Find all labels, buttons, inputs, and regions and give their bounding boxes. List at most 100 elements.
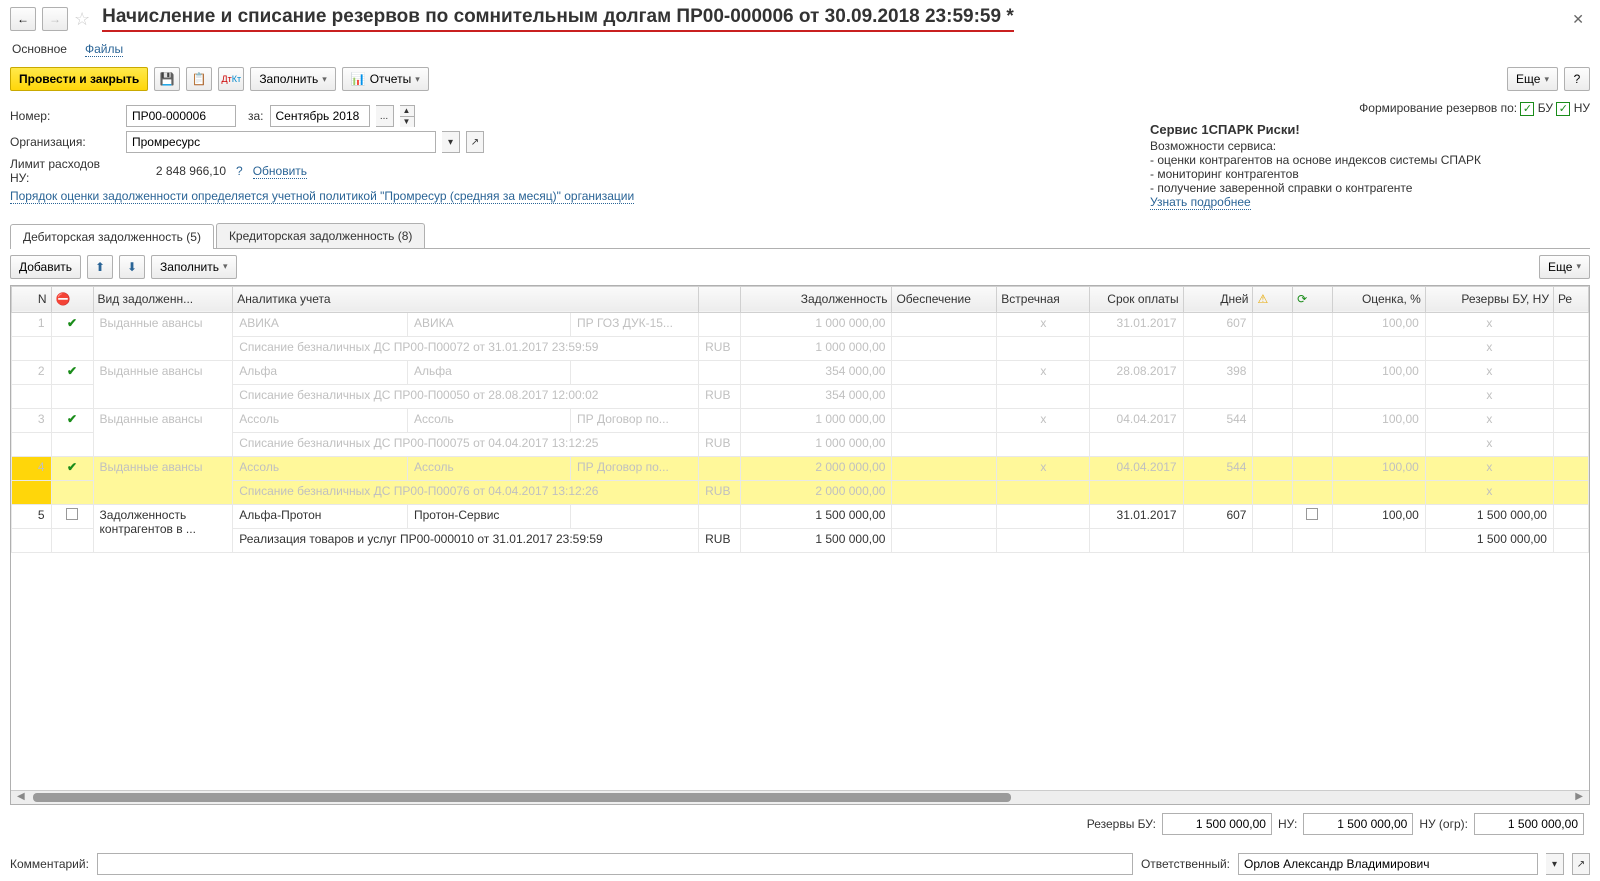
move-down-button[interactable]: ⬇ [119, 255, 145, 279]
resp-open[interactable]: ↗ [1572, 853, 1590, 875]
row-checkbox[interactable]: ✔ [67, 412, 77, 426]
org-label: Организация: [10, 135, 120, 149]
refresh-icon: ⟳ [1297, 292, 1307, 306]
row-checkbox[interactable]: ✔ [67, 460, 77, 474]
table-row[interactable]: 1 ✔ Выданные авансы АВИКААВИКАПР ГОЗ ДУК… [12, 312, 1589, 336]
org-dropdown-button[interactable]: ▾ [442, 131, 460, 153]
resp-dropdown[interactable]: ▾ [1546, 853, 1564, 875]
col-type[interactable]: Вид задолженн... [93, 286, 233, 312]
limit-label: Лимит расходов НУ: [10, 157, 120, 185]
table-row[interactable]: 3 ✔ Выданные авансы АссольАссольПР Догов… [12, 408, 1589, 432]
col-warn[interactable]: ⚠ [1253, 286, 1293, 312]
spin-down-icon[interactable]: ▼ [400, 117, 414, 127]
col-re[interactable]: Ре [1553, 286, 1588, 312]
totals-nu[interactable] [1303, 813, 1413, 835]
post-icon: 📋 [192, 72, 207, 86]
flag-checkbox[interactable] [1306, 508, 1318, 520]
spark-line-2: - мониторинг контрагентов [1150, 167, 1590, 181]
scroll-thumb[interactable] [33, 793, 1011, 802]
col-cancel[interactable]: ⛔ [51, 286, 93, 312]
period-choose-button[interactable]: ... [376, 105, 394, 127]
limit-help[interactable]: ? [236, 164, 243, 178]
table-row[interactable]: 4 ✔ Выданные авансы АссольАссольПР Догов… [12, 456, 1589, 480]
save-button[interactable]: 💾 [154, 67, 180, 91]
col-rate[interactable]: Оценка, % [1332, 286, 1425, 312]
table-more-button[interactable]: Еще [1539, 255, 1590, 279]
add-row-button[interactable]: Добавить [10, 255, 81, 279]
reserve-mode-label: Формирование резервов по: [1359, 101, 1517, 115]
close-icon[interactable]: ✕ [1566, 11, 1590, 28]
table-fill-button[interactable]: Заполнить [151, 255, 236, 279]
reports-button[interactable]: 📊 Отчеты [342, 67, 429, 91]
bu-checkbox[interactable]: ✓ [1520, 102, 1534, 116]
save-icon: 💾 [160, 72, 175, 86]
policy-link[interactable]: Порядок оценки задолженности определяетс… [10, 189, 634, 204]
scroll-right-icon[interactable]: ▶ [1575, 791, 1583, 802]
table-row-detail[interactable]: Списание безналичных ДС ПР00-П00076 от 0… [12, 480, 1589, 504]
row-checkbox[interactable]: ✔ [67, 364, 77, 378]
col-refresh[interactable]: ⟳ [1293, 286, 1333, 312]
table-row-detail[interactable]: Списание безналичных ДС ПР00-П00050 от 2… [12, 384, 1589, 408]
totals-bu-label: Резервы БУ: [1087, 817, 1156, 831]
resp-label: Ответственный: [1141, 857, 1230, 871]
org-input[interactable] [126, 131, 436, 153]
table-row[interactable]: 2 ✔ Выданные авансы АльфаАльфа 354 000,0… [12, 360, 1589, 384]
col-analytics[interactable]: Аналитика учета [233, 286, 699, 312]
row-checkbox[interactable] [66, 508, 78, 520]
arrow-down-icon: ⬇ [127, 260, 137, 274]
back-button[interactable]: ← [10, 7, 36, 31]
nav-files[interactable]: Файлы [85, 42, 123, 57]
spark-title: Сервис 1СПАРК Риски! [1150, 122, 1590, 137]
limit-value: 2 848 966,10 [126, 164, 226, 178]
col-n[interactable]: N [12, 286, 52, 312]
col-cur[interactable] [699, 286, 741, 312]
totals-ogr-label: НУ (огр): [1419, 817, 1468, 831]
tab-credit[interactable]: Кредиторская задолженность (8) [216, 223, 425, 248]
report-icon: 📊 [351, 72, 366, 86]
totals-bu[interactable] [1162, 813, 1272, 835]
tab-debit[interactable]: Дебиторская задолженность (5) [10, 224, 214, 249]
nu-checkbox[interactable]: ✓ [1556, 102, 1570, 116]
warning-icon: ⚠ [1257, 292, 1268, 306]
table-row-detail[interactable]: Реализация товаров и услуг ПР00-000010 о… [12, 528, 1589, 552]
number-label: Номер: [10, 109, 120, 123]
col-due[interactable]: Срок оплаты [1090, 286, 1183, 312]
h-scrollbar[interactable]: ◀ ▶ [11, 790, 1589, 804]
post-and-close-button[interactable]: Провести и закрыть [10, 67, 148, 91]
spark-sub: Возможности сервиса: [1150, 139, 1590, 153]
org-open-button[interactable]: ↗ [466, 131, 484, 153]
spark-line-1: - оценки контрагентов на основе индексов… [1150, 153, 1590, 167]
nav-main[interactable]: Основное [12, 42, 67, 57]
comment-input[interactable] [97, 853, 1133, 875]
spark-line-3: - получение заверенной справки о контраг… [1150, 181, 1590, 195]
table-row-detail[interactable]: Списание безналичных ДС ПР00-П00075 от 0… [12, 432, 1589, 456]
resp-input[interactable] [1238, 853, 1538, 875]
fill-button[interactable]: Заполнить [250, 67, 335, 91]
help-button[interactable]: ? [1564, 67, 1590, 91]
period-spinner[interactable]: ▲▼ [400, 105, 415, 127]
col-reserves[interactable]: Резервы БУ, НУ [1425, 286, 1553, 312]
col-secur[interactable]: Обеспечение [892, 286, 997, 312]
spark-more-link[interactable]: Узнать подробнее [1150, 195, 1251, 210]
spin-up-icon[interactable]: ▲ [400, 106, 414, 117]
dt-kt-button[interactable]: ДтКт [218, 67, 244, 91]
post-button[interactable]: 📋 [186, 67, 212, 91]
period-label: за: [248, 109, 264, 123]
comment-label: Комментарий: [10, 857, 89, 871]
col-counter[interactable]: Встречная [997, 286, 1090, 312]
number-input[interactable] [126, 105, 236, 127]
table-row-detail[interactable]: Списание безналичных ДС ПР00-П00072 от 3… [12, 336, 1589, 360]
debt-table: N ⛔ Вид задолженн... Аналитика учета Зад… [11, 286, 1589, 553]
totals-ogr[interactable] [1474, 813, 1584, 835]
period-input[interactable] [270, 105, 370, 127]
scroll-left-icon[interactable]: ◀ [17, 791, 25, 802]
move-up-button[interactable]: ⬆ [87, 255, 113, 279]
more-button[interactable]: Еще [1507, 67, 1558, 91]
col-debt[interactable]: Задолженность [741, 286, 892, 312]
refresh-link[interactable]: Обновить [253, 164, 307, 179]
table-row[interactable]: 5 Задолженность контрагентов в ... Альфа… [12, 504, 1589, 528]
favorite-icon[interactable]: ☆ [74, 9, 90, 30]
col-days[interactable]: Дней [1183, 286, 1253, 312]
forward-button[interactable]: → [42, 7, 68, 31]
row-checkbox[interactable]: ✔ [67, 316, 77, 330]
